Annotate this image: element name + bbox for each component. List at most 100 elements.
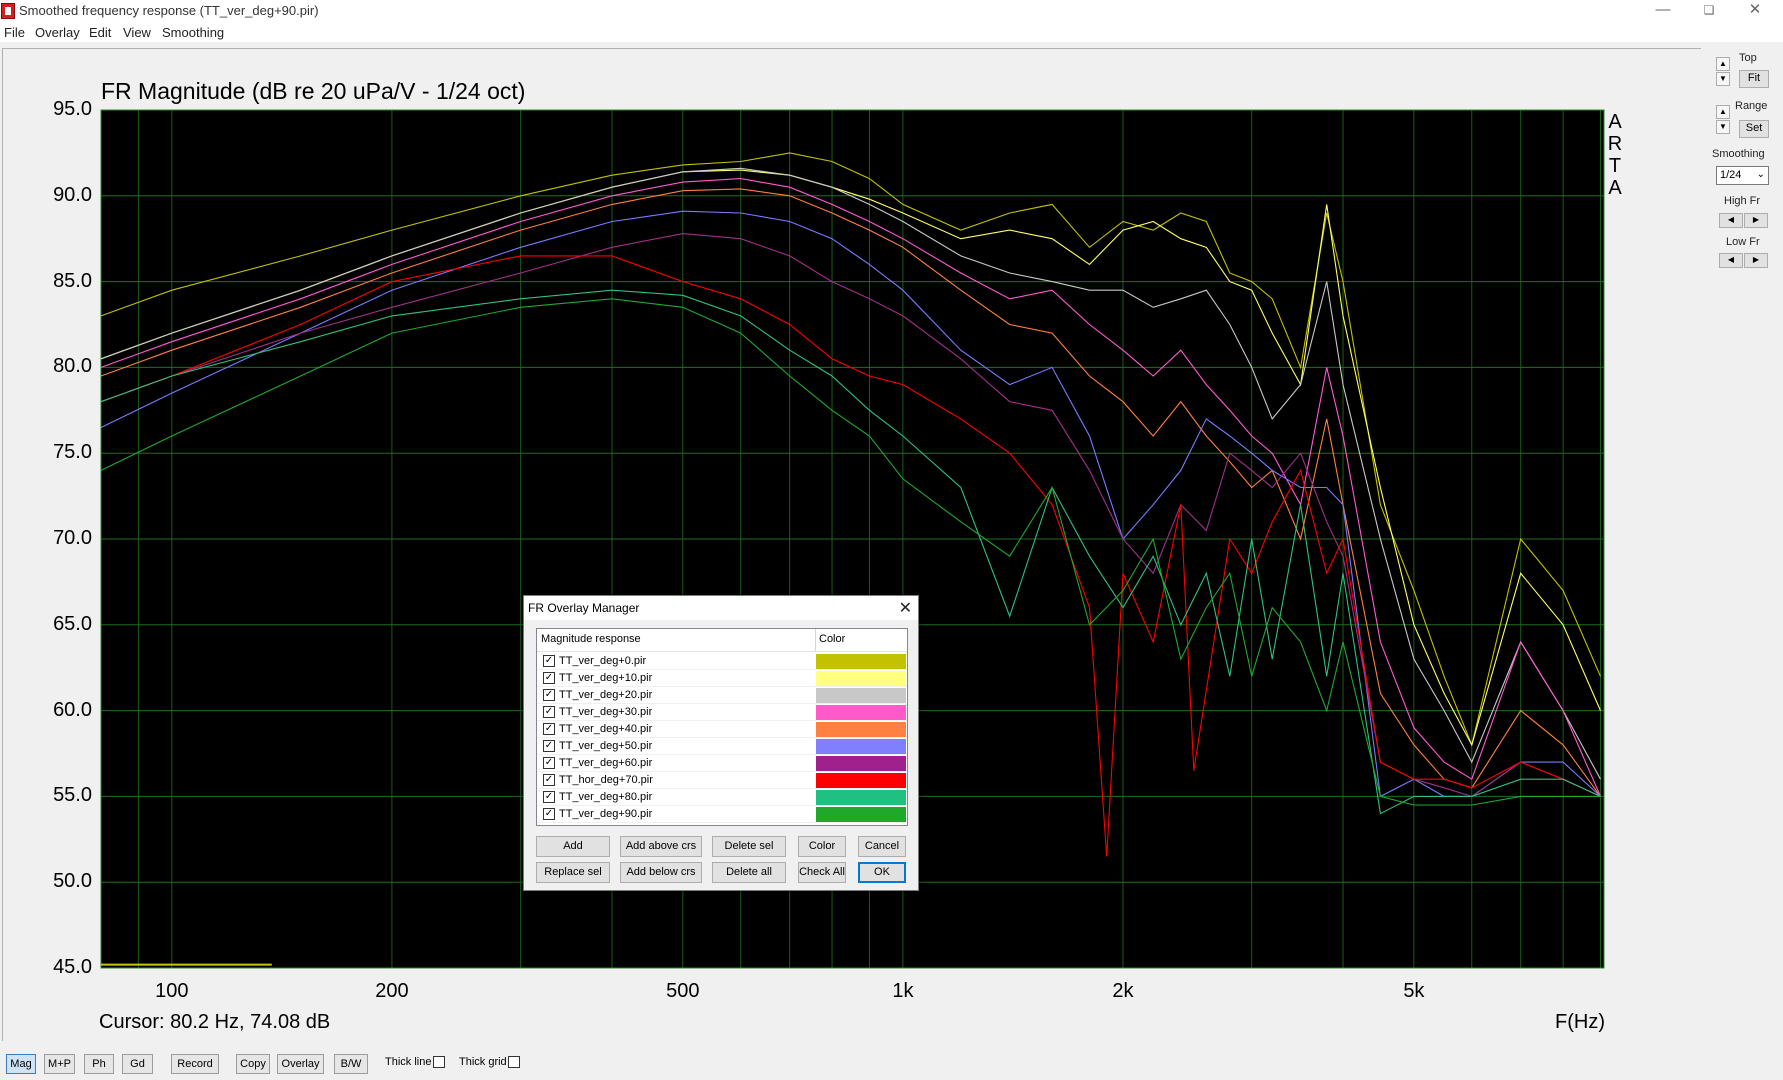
x-axis-label: F(Hz) <box>1555 1011 1605 1033</box>
color-swatch[interactable] <box>816 790 906 805</box>
low-fr-right-arrow-icon[interactable]: ▶ <box>1744 253 1768 268</box>
arta-logo: A R T A <box>1607 111 1623 199</box>
top-label: Top <box>1739 52 1757 64</box>
color-button[interactable]: Color <box>798 836 846 857</box>
overlay-checkbox[interactable]: ✓ <box>543 706 555 718</box>
x-tick-label: 2k <box>1112 980 1134 1002</box>
thick-grid-label: Thick grid <box>459 1056 507 1068</box>
overlay-row[interactable]: ✓ TT_ver_deg+50.pir <box>537 738 907 755</box>
high-fr-right-arrow-icon[interactable]: ▶ <box>1744 213 1768 228</box>
high-fr-left-arrow-icon[interactable]: ◀ <box>1719 213 1743 228</box>
header-divider <box>537 651 907 652</box>
color-swatch[interactable] <box>816 807 906 822</box>
cancel-button[interactable]: Cancel <box>858 836 906 857</box>
smoothing-select[interactable]: 1/24 ⌄ <box>1716 166 1769 185</box>
overlay-checkbox[interactable]: ✓ <box>543 655 555 667</box>
y-tick-label: 60.0 <box>53 698 92 721</box>
column-header-color[interactable]: Color <box>819 633 845 645</box>
overlay-checkbox[interactable]: ✓ <box>543 723 555 735</box>
range-label: Range <box>1735 100 1768 112</box>
overlay-row[interactable]: ✓ TT_ver_deg+40.pir <box>537 721 907 738</box>
ph-button[interactable]: Ph <box>84 1054 114 1074</box>
color-swatch[interactable] <box>816 756 906 771</box>
frequency-response-chart[interactable] <box>0 0 1783 1080</box>
overlay-list[interactable]: Magnitude response Color ✓ TT_ver_deg+0.p… <box>536 628 908 826</box>
mp-button[interactable]: M+P <box>44 1054 75 1074</box>
gd-button[interactable]: Gd <box>122 1054 153 1074</box>
color-swatch[interactable] <box>816 654 906 669</box>
low-fr-left-arrow-icon[interactable]: ◀ <box>1719 253 1743 268</box>
overlay-manager-dialog: FR Overlay Manager ✕ Magnitude response … <box>523 595 919 891</box>
y-tick-label: 65.0 <box>53 612 92 635</box>
record-button[interactable]: Record <box>171 1054 219 1074</box>
color-swatch[interactable] <box>816 739 906 754</box>
delete-all-button[interactable]: Delete all <box>712 862 786 883</box>
overlay-file-name: TT_ver_deg+10.pir <box>559 672 653 684</box>
y-tick-label: 50.0 <box>53 870 92 893</box>
overlay-file-name: TT_ver_deg+30.pir <box>559 706 653 718</box>
low-fr-label: Low Fr <box>1726 236 1760 248</box>
add-button[interactable]: Add <box>536 836 610 857</box>
color-swatch[interactable] <box>816 688 906 703</box>
y-tick-label: 90.0 <box>53 183 92 206</box>
dialog-title: FR Overlay Manager <box>528 601 640 615</box>
cursor-readout: Cursor: 80.2 Hz, 74.08 dB <box>99 1011 331 1033</box>
overlay-row[interactable]: ✓ TT_ver_deg+90.pir <box>537 806 907 823</box>
y-tick-label: 55.0 <box>53 784 92 807</box>
top-up-arrow-icon[interactable]: ▲ <box>1716 57 1730 71</box>
close-icon[interactable]: ✕ <box>899 598 912 618</box>
dialog-title-bar: FR Overlay Manager ✕ <box>524 596 918 620</box>
overlay-checkbox[interactable]: ✓ <box>543 791 555 803</box>
overlay-file-name: TT_ver_deg+0.pir <box>559 655 647 667</box>
check-all-button[interactable]: Check All <box>798 862 846 883</box>
range-down-arrow-icon[interactable]: ▼ <box>1716 120 1730 134</box>
smoothing-value: 1/24 <box>1720 169 1742 181</box>
replace-sel-button[interactable]: Replace sel <box>536 862 610 883</box>
column-header-magnitude[interactable]: Magnitude response <box>541 633 641 645</box>
color-swatch[interactable] <box>816 671 906 686</box>
color-swatch[interactable] <box>816 773 906 788</box>
overlay-file-name: TT_ver_deg+20.pir <box>559 689 653 701</box>
color-swatch[interactable] <box>816 705 906 720</box>
overlay-row[interactable]: ✓ TT_ver_deg+10.pir <box>537 670 907 687</box>
y-tick-label: 85.0 <box>53 269 92 292</box>
set-button[interactable]: Set <box>1739 120 1769 138</box>
overlay-checkbox[interactable]: ✓ <box>543 740 555 752</box>
overlay-checkbox[interactable]: ✓ <box>543 757 555 769</box>
fit-button[interactable]: Fit <box>1739 70 1769 88</box>
add-above-button[interactable]: Add above crs <box>620 836 702 857</box>
overlay-checkbox[interactable]: ✓ <box>543 689 555 701</box>
thick-line-checkbox[interactable] <box>433 1056 445 1068</box>
overlay-checkbox[interactable]: ✓ <box>543 774 555 786</box>
overlay-checkbox[interactable]: ✓ <box>543 808 555 820</box>
add-below-button[interactable]: Add below crs <box>620 862 702 883</box>
copy-button[interactable]: Copy <box>236 1054 270 1074</box>
smoothing-label: Smoothing <box>1712 148 1765 160</box>
overlay-file-name: TT_ver_deg+40.pir <box>559 723 653 735</box>
y-tick-label: 80.0 <box>53 355 92 378</box>
overlay-row[interactable]: ✓ TT_ver_deg+0.pir <box>537 653 907 670</box>
overlay-file-name: TT_ver_deg+60.pir <box>559 757 653 769</box>
arta-letter: A <box>1608 111 1622 133</box>
color-swatch[interactable] <box>816 722 906 737</box>
range-up-arrow-icon[interactable]: ▲ <box>1716 105 1730 119</box>
overlay-button[interactable]: Overlay <box>277 1054 324 1074</box>
overlay-checkbox[interactable]: ✓ <box>543 672 555 684</box>
chevron-down-icon: ⌄ <box>1756 169 1765 180</box>
overlay-row[interactable]: ✓ TT_ver_deg+20.pir <box>537 687 907 704</box>
overlay-row[interactable]: ✓ TT_ver_deg+60.pir <box>537 755 907 772</box>
ok-button[interactable]: OK <box>858 862 906 883</box>
x-tick-label: 1k <box>892 980 914 1002</box>
overlay-row[interactable]: ✓ TT_hor_deg+70.pir <box>537 772 907 789</box>
y-tick-label: 45.0 <box>53 956 92 978</box>
delete-sel-button[interactable]: Delete sel <box>712 836 786 857</box>
thick-line-label: Thick line <box>385 1056 432 1068</box>
bw-button[interactable]: B/W <box>334 1054 368 1074</box>
overlay-row[interactable]: ✓ TT_ver_deg+30.pir <box>537 704 907 721</box>
thick-grid-checkbox[interactable] <box>508 1056 520 1068</box>
overlay-row[interactable]: ✓ TT_ver_deg+80.pir <box>537 789 907 806</box>
overlay-file-name: TT_hor_deg+70.pir <box>559 774 653 786</box>
mag-button[interactable]: Mag <box>6 1054 36 1074</box>
top-down-arrow-icon[interactable]: ▼ <box>1716 72 1730 86</box>
x-tick-label: 500 <box>666 980 700 1002</box>
